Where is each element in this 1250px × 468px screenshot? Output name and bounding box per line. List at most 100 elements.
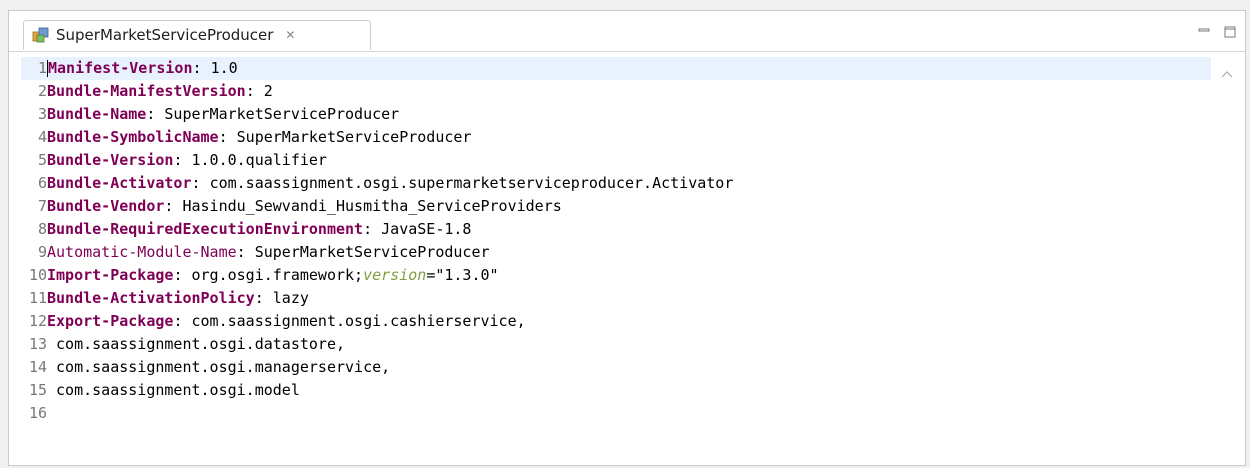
code-line[interactable]: 12 Export-Package: com.saassignment.osgi.… <box>21 310 1211 333</box>
line-number: 1 <box>37 59 47 77</box>
line-text: Automatic-Module-Name: SuperMarketServic… <box>47 241 490 264</box>
line-number: 12 <box>28 312 47 330</box>
manifest-header-key: Bundle-ManifestVersion <box>47 82 246 100</box>
manifest-header-value: com.saassignment.osgi.managerservice, <box>47 358 391 376</box>
line-text: Bundle-SymbolicName: SuperMarketServiceP… <box>47 126 471 149</box>
manifest-header-key: Bundle-RequiredExecutionEnvironment <box>47 220 364 238</box>
line-number: 16 <box>28 404 47 422</box>
manifest-header-value: org.osgi.framework; <box>191 266 364 284</box>
line-number: 7 <box>37 197 47 215</box>
code-line[interactable]: 4 Bundle-SymbolicName: SuperMarketService… <box>21 126 1211 149</box>
tab-title: SuperMarketServiceProducer <box>56 26 274 44</box>
line-number: 11 <box>28 289 47 307</box>
manifest-header-key: Bundle-Vendor <box>47 197 165 215</box>
line-text: com.saassignment.osgi.model <box>47 379 300 402</box>
close-icon[interactable]: ✕ <box>285 28 295 42</box>
line-number: 14 <box>28 358 47 376</box>
line-text: Manifest-Version: 1.0 <box>47 57 238 80</box>
view-controls <box>1197 25 1237 39</box>
line-number: 15 <box>28 381 47 399</box>
manifest-header-value: SuperMarketServiceProducer <box>164 105 400 123</box>
code-editor[interactable]: 1 Manifest-Version: 1.0 2 Bundle-ManifestVe… <box>21 57 1211 457</box>
line-text: Bundle-Activator: com.saassignment.osgi.… <box>47 172 733 195</box>
line-text: Bundle-ManifestVersion: 2 <box>47 80 273 103</box>
code-line[interactable]: 2 Bundle-ManifestVersion: 2 <box>21 80 1211 103</box>
manifest-header-value: com.saassignment.osgi.datastore, <box>47 335 346 353</box>
code-line[interactable]: 16 <box>21 402 1211 425</box>
line-number: 8 <box>37 220 47 238</box>
editor-tab[interactable]: SuperMarketServiceProducer ✕ <box>23 20 371 50</box>
code-line[interactable]: 10 Import-Package: org.osgi.framework;ver… <box>21 264 1211 287</box>
manifest-header-value: SuperMarketServiceProducer <box>236 128 472 146</box>
tab-strip: SuperMarketServiceProducer ✕ <box>9 11 1245 52</box>
code-line[interactable]: 8 Bundle-RequiredExecutionEnvironment: Ja… <box>21 218 1211 241</box>
line-number: 2 <box>37 82 47 100</box>
manifest-header-key: Bundle-SymbolicName <box>47 128 219 146</box>
line-text: com.saassignment.osgi.managerservice, <box>47 356 390 379</box>
header-separator: : <box>173 266 192 284</box>
manifest-header-value: Hasindu_Sewvandi_Husmitha_ServiceProvide… <box>182 197 562 215</box>
code-line[interactable]: 5 Bundle-Version: 1.0.0.qualifier <box>21 149 1211 172</box>
manifest-header-value: com.saassignment.osgi.model <box>47 381 300 399</box>
code-line[interactable]: 14 com.saassignment.osgi.managerservice, <box>21 356 1211 379</box>
manifest-header-value: 1.0.0.qualifier <box>191 151 327 169</box>
manifest-header-value: com.saassignment.osgi.cashierservice, <box>191 312 526 330</box>
manifest-header-value: SuperMarketServiceProducer <box>254 243 490 261</box>
line-text: Import-Package: org.osgi.framework;versi… <box>47 264 499 287</box>
line-number: 10 <box>28 266 47 284</box>
line-number: 3 <box>37 105 47 123</box>
header-separator: : <box>363 220 382 238</box>
minimize-icon[interactable] <box>1197 25 1211 39</box>
code-line[interactable]: 15 com.saassignment.osgi.model <box>21 379 1211 402</box>
line-number: 6 <box>37 174 47 192</box>
code-line[interactable]: 9 Automatic-Module-Name: SuperMarketServi… <box>21 241 1211 264</box>
header-separator: : <box>173 151 192 169</box>
code-line[interactable]: 6 Bundle-Activator: com.saassignment.osgi… <box>21 172 1211 195</box>
line-text: Bundle-ActivationPolicy: lazy <box>47 287 309 310</box>
line-text: Export-Package: com.saassignment.osgi.ca… <box>47 310 526 333</box>
manifest-header-key: Import-Package <box>47 266 174 284</box>
maximize-icon[interactable] <box>1223 25 1237 39</box>
manifest-file-icon <box>32 26 50 44</box>
header-separator: : <box>236 243 255 261</box>
manifest-header-key: Bundle-Activator <box>47 174 192 192</box>
vertical-scrollbar[interactable] <box>1219 57 1235 457</box>
manifest-header-key: Bundle-Name <box>47 105 147 123</box>
manifest-header-value: JavaSE-1.8 <box>381 220 472 238</box>
header-separator: : <box>218 128 237 146</box>
line-text: com.saassignment.osgi.datastore, <box>47 333 345 356</box>
manifest-header-key: Bundle-Version <box>47 151 174 169</box>
manifest-header-value: 2 <box>263 82 273 100</box>
line-text: Bundle-Name: SuperMarketServiceProducer <box>47 103 399 126</box>
line-text: Bundle-Vendor: Hasindu_Sewvandi_Husmitha… <box>47 195 562 218</box>
header-separator: : <box>191 174 210 192</box>
manifest-header-value: 1.0 <box>210 59 238 77</box>
header-separator: : <box>245 82 264 100</box>
attribute-value: ="1.3.0" <box>426 266 499 284</box>
line-text: Bundle-RequiredExecutionEnvironment: Jav… <box>47 218 471 241</box>
manifest-header-value: com.saassignment.osgi.supermarketservice… <box>209 174 734 192</box>
line-number: 5 <box>37 151 47 169</box>
manifest-header-key: Export-Package <box>47 312 174 330</box>
code-line[interactable]: 13 com.saassignment.osgi.datastore, <box>21 333 1211 356</box>
manifest-header-key: Manifest-Version <box>48 59 193 77</box>
manifest-header-key: Automatic-Module-Name <box>47 243 237 261</box>
attribute-name: version <box>363 266 427 284</box>
line-text: Bundle-Version: 1.0.0.qualifier <box>47 149 327 172</box>
chevron-up-icon[interactable] <box>1221 65 1233 78</box>
code-line[interactable]: 1 Manifest-Version: 1.0 <box>21 57 1211 80</box>
line-number: 9 <box>37 243 47 261</box>
code-line[interactable]: 3 Bundle-Name: SuperMarketServiceProducer <box>21 103 1211 126</box>
manifest-header-value: lazy <box>272 289 309 307</box>
manifest-header-key: Bundle-ActivationPolicy <box>47 289 255 307</box>
editor-frame: SuperMarketServiceProducer ✕ 1 Manifest-V… <box>8 10 1246 466</box>
line-number: 13 <box>28 335 47 353</box>
code-line[interactable]: 11 Bundle-ActivationPolicy: lazy <box>21 287 1211 310</box>
code-line[interactable]: 7 Bundle-Vendor: Hasindu_Sewvandi_Husmith… <box>21 195 1211 218</box>
header-separator: : <box>146 105 165 123</box>
line-number: 4 <box>37 128 47 146</box>
header-separator: : <box>192 59 211 77</box>
header-separator: : <box>254 289 273 307</box>
header-separator: : <box>173 312 192 330</box>
header-separator: : <box>164 197 183 215</box>
